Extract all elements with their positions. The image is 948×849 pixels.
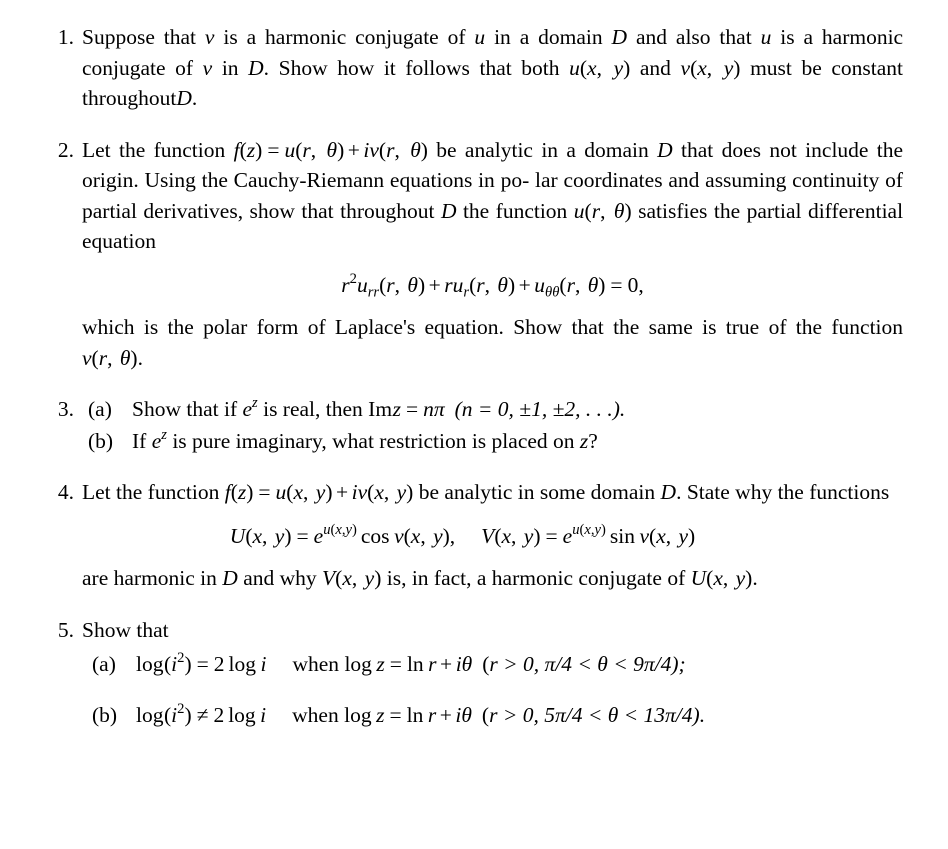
p4-expr-Uxy: U(x, y).: [690, 566, 758, 591]
p4-var-D: D: [660, 480, 677, 505]
p2-var-D: D: [657, 137, 673, 162]
problem-4-text: Let the function f(z) = u(x, y) + iv(x, y) b…: [82, 477, 903, 508]
p1-var-u: u: [474, 25, 486, 49]
p4-after-seg-3: is, in fact, a harmonic conjugate of: [386, 566, 686, 591]
p3b-seg-2: is pure imaginary, what restriction is p…: [172, 428, 575, 453]
p1-seg-8: and: [639, 55, 671, 80]
p4-after-var-D: D: [222, 566, 238, 591]
p2-after-seg-2: of the function: [768, 315, 904, 340]
p1-expr-uxy: u(x, y): [569, 55, 631, 80]
p5b-condition: (r > 0, 5π/4 < θ < 13π/4).: [481, 702, 706, 727]
document-page: 1. Suppose that v is a harmonic conjugat…: [0, 0, 948, 849]
problem-2-text: Let the function f(z) = u(r, θ) + iv(r, θ) b…: [82, 135, 903, 257]
p4-seg-1: Let the function: [82, 480, 220, 505]
p3b-expr-ez: ez: [151, 426, 167, 453]
p1-seg-6: in: [221, 55, 239, 80]
p1-seg-4: and also that: [635, 25, 752, 49]
p1-var-v2: v: [202, 55, 213, 80]
p3a-seg-1: Show that if: [132, 397, 238, 422]
p2-var-D2: D: [440, 198, 457, 223]
problem-3-subitem-b: (b) If ez is pure imaginary, what restri…: [88, 426, 903, 457]
problem-5-subitem-a: (a) log(i2) = 2 log i when log z = ln r + iθ (r > 0,…: [92, 649, 903, 680]
p2-expr-urtheta: u(r, θ): [573, 198, 632, 223]
problem-4: 4. Let the function f(z) = u(x, y) + iv(x, y…: [48, 477, 903, 594]
p3a-expr-imz: Imz = nπ: [368, 397, 445, 422]
p5b-logz: log z = ln r + iθ: [344, 702, 472, 727]
problem-3-subitem-a: (a) Show that if ez is real, then Imz = nπ…: [88, 394, 903, 425]
p5b-when: when: [292, 702, 339, 727]
problem-3-number: 3.: [57, 397, 74, 422]
problem-4-after-equation: are harmonic in D and why V(x, y) is, in…: [82, 563, 903, 594]
p1-seg-2: is a harmonic conjugate of: [223, 25, 466, 49]
p1-seg-7: . Show how it follows that both: [263, 55, 560, 80]
p1-expr-vxy: v(x, y): [680, 55, 741, 80]
p3a-expr-ez: ez: [242, 395, 258, 422]
p4-expr-Vxy: V(x, y): [322, 566, 382, 591]
p3b-seg-1: If: [132, 428, 147, 453]
p1-var-D2: D: [248, 55, 264, 80]
problem-2-display-equation: r2urr(r, θ) + rur(r, θ) + uθθ(r, θ) = 0,: [341, 270, 644, 301]
p4-expr-fz: f(z) = u(x, y) + iv(x, y): [224, 480, 414, 505]
p5b-equation: log(i2) ≠ 2 log i: [136, 700, 267, 727]
problem-5-number: 5.: [57, 617, 74, 642]
problem-3-label-b: (b): [88, 428, 114, 453]
p3a-seg-2: is real, then: [263, 397, 363, 422]
p4-eq-V: V(x, y) = eu(x,y) sin v(x, y): [481, 521, 696, 548]
p2-seg-5: throughout: [340, 198, 435, 223]
p3b-seg-3: ?: [588, 428, 598, 453]
p1-var-u2: u: [760, 25, 772, 49]
problem-1-number: 1.: [57, 25, 74, 49]
p2-expr-fz: f(z) = u(r, θ) + iv(r, θ): [233, 137, 428, 162]
p1-var-v: v: [204, 25, 215, 49]
problem-5-label-b: (b): [92, 702, 118, 727]
p5a-when: when: [292, 652, 340, 677]
p1-seg-10: .: [191, 86, 198, 111]
p5a-condition: (r > 0, π/4 < θ < 9π/4);: [482, 652, 686, 677]
problem-2: 2. Let the function f(z) = u(r, θ) + iv(r, θ…: [48, 135, 903, 374]
problem-3-subitems: (a) Show that if ez is real, then Imz = nπ…: [88, 394, 903, 456]
problem-3-label-a: (a): [88, 397, 112, 422]
p2-after-seg-1: which is the polar form of Laplace's equ…: [82, 315, 760, 340]
p4-eq-U: U(x, y) = eu(x,y) cos v(x, y),: [229, 521, 456, 548]
p2-expr-vrtheta: v(r, θ).: [82, 345, 143, 370]
p4-seg-3: .: [676, 480, 682, 505]
problem-2-after-equation: which is the polar form of Laplace's equ…: [82, 312, 903, 373]
p4-seg-4: State why the functions: [686, 480, 890, 505]
problem-4-number: 4.: [57, 480, 74, 505]
problem-1-text: Suppose that v is a harmonic conjugate o…: [82, 22, 903, 114]
problem-5-subitems: (a) log(i2) = 2 log i when log z = ln r + iθ (r > 0,…: [92, 649, 903, 730]
problem-5: 5. Show that (a) log(i2) = 2 log i when log z =…: [48, 615, 903, 731]
problem-5-intro: Show that: [82, 617, 169, 642]
p1-seg-1: Suppose that: [82, 25, 197, 49]
p3a-range: (n = 0, ±1, ±2, . . .).: [454, 397, 626, 422]
p5a-equation: log(i2) = 2 log i: [136, 650, 267, 677]
p4-after-seg-2: and why: [243, 566, 317, 591]
p1-var-D3: D: [176, 86, 192, 111]
p2-seg-2: be analytic in a domain: [436, 137, 649, 162]
problem-1: 1. Suppose that v is a harmonic conjugat…: [48, 22, 903, 114]
problem-5-label-a: (a): [92, 652, 116, 677]
p4-after-seg-1: are harmonic in: [82, 566, 217, 591]
problem-3: 3. (a) Show that if ez is real, then Imz…: [48, 394, 903, 456]
p1-var-D: D: [611, 25, 628, 49]
problem-4-display-equation: U(x, y) = eu(x,y) cos v(x, y), V(x, y) = eu(x,y…: [82, 521, 903, 552]
problem-2-number: 2.: [57, 137, 74, 162]
p2-seg-6: the function: [462, 198, 568, 223]
p4-seg-2: be analytic in some domain: [418, 480, 656, 505]
p2-seg-1: Let the function: [82, 137, 226, 162]
p5a-logz: log z = ln r + iθ: [344, 652, 473, 677]
p1-seg-3: in a domain: [494, 25, 603, 49]
problem-5-subitem-b: (b) log(i2) ≠ 2 log i when log z = ln r + iθ (r > 0,…: [92, 700, 903, 731]
